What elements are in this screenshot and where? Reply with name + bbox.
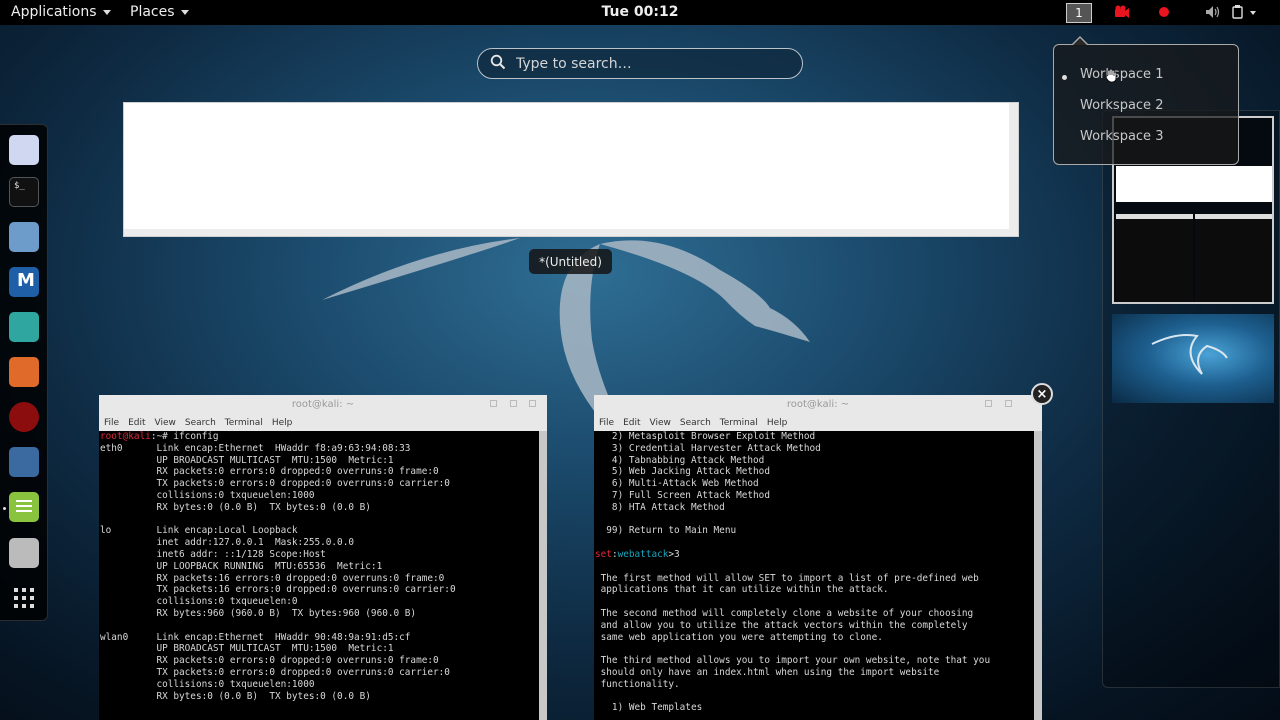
- video-camera-icon[interactable]: [1114, 5, 1130, 23]
- menu-terminal[interactable]: Terminal: [225, 415, 263, 431]
- menu-file[interactable]: File: [599, 415, 614, 431]
- top-bar: Applications Places Tue 00:12 1: [0, 0, 1280, 25]
- terminal-output[interactable]: 2) Metasploit Browser Exploit Method 3) …: [594, 431, 1034, 720]
- workspace-3-item[interactable]: Workspace 3: [1080, 129, 1163, 144]
- active-workspace-indicator: [1062, 75, 1067, 80]
- app-menu-caret-icon: [102, 9, 111, 15]
- scrollbar: [1009, 103, 1018, 236]
- places-caret-icon: [180, 9, 189, 15]
- terminal-scrollbar[interactable]: [1034, 431, 1042, 720]
- menu-search[interactable]: Search: [680, 415, 711, 431]
- maximize-button[interactable]: [1005, 400, 1012, 407]
- terminal-menubar: File Edit View Search Terminal Help: [594, 415, 1042, 431]
- prompt-module: webattack: [617, 548, 669, 560]
- window-caption: *(Untitled): [529, 249, 612, 274]
- untitled-window-thumbnail[interactable]: [123, 102, 1019, 237]
- volume-icon[interactable]: [1205, 5, 1221, 23]
- close-window-button[interactable]: [529, 400, 536, 407]
- minimize-button[interactable]: [985, 400, 992, 407]
- terminal-scrollbar[interactable]: [539, 431, 547, 720]
- menu-help[interactable]: Help: [272, 415, 293, 431]
- search-icon: [490, 54, 506, 74]
- screenshot-icon[interactable]: [9, 538, 39, 568]
- workspace-1-item[interactable]: Workspace 1: [1080, 67, 1163, 82]
- workspace-number: 1: [1075, 6, 1083, 20]
- scrollbar: [124, 229, 1018, 236]
- files-icon[interactable]: [9, 222, 39, 252]
- terminal-icon[interactable]: $_: [9, 177, 39, 207]
- places-label: Places: [130, 4, 175, 20]
- running-indicator: [3, 507, 6, 510]
- terminal-window-right[interactable]: root@kali: ~ File Edit View Search Termi…: [594, 395, 1042, 720]
- prompt-set: set: [595, 548, 612, 560]
- applications-label: Applications: [11, 4, 97, 20]
- terminal-title: root@kali: ~: [594, 395, 1042, 415]
- search-input[interactable]: [516, 55, 786, 72]
- prompt-user: root@kali: [100, 431, 151, 442]
- burpsuite-icon[interactable]: [9, 357, 39, 387]
- clock-label[interactable]: Tue 00:12: [602, 4, 679, 20]
- search-box[interactable]: [477, 48, 803, 79]
- maximize-button[interactable]: [510, 400, 517, 407]
- workspace-indicator[interactable]: 1: [1066, 3, 1092, 23]
- prompt-input: >3: [668, 548, 680, 560]
- ifconfig-output: eth0 Link encap:Ethernet HWaddr f8:a9:63…: [100, 442, 456, 702]
- metasploit-icon[interactable]: M: [9, 267, 39, 297]
- dash-dock: $_ M: [0, 124, 48, 621]
- armitage-icon[interactable]: [9, 312, 39, 342]
- menu-edit[interactable]: Edit: [128, 415, 145, 431]
- places-menu[interactable]: Places: [130, 4, 189, 20]
- record-icon[interactable]: [1158, 6, 1170, 22]
- menu-help[interactable]: Help: [767, 415, 788, 431]
- set-description: The first method will allow SET to impor…: [600, 572, 991, 714]
- terminal-title: root@kali: ~: [99, 395, 547, 415]
- menu-edit[interactable]: Edit: [623, 415, 640, 431]
- workspace-2-thumbnail[interactable]: [1112, 314, 1274, 403]
- menu-terminal[interactable]: Terminal: [720, 415, 758, 431]
- prompt-command: :~# ifconfig: [150, 431, 219, 442]
- terminal-output[interactable]: root@kali:~# ifconfig eth0 Link encap:Et…: [99, 431, 539, 720]
- close-icon[interactable]: ×: [1031, 383, 1053, 405]
- menu-search[interactable]: Search: [185, 415, 216, 431]
- menu-view[interactable]: View: [155, 415, 176, 431]
- faraday-icon[interactable]: [9, 402, 39, 432]
- pidgin-icon[interactable]: [9, 135, 39, 165]
- hand-cursor-icon: [1105, 68, 1117, 83]
- terminal-menubar: File Edit View Search Terminal Help: [99, 415, 547, 431]
- menu-view[interactable]: View: [650, 415, 671, 431]
- maltego-icon[interactable]: [9, 447, 39, 477]
- power-icon[interactable]: [1231, 5, 1257, 23]
- window-title: *(Untitled): [539, 254, 602, 269]
- applications-menu[interactable]: Applications: [11, 4, 111, 20]
- workspace-popup-menu: Workspace 1 Workspace 2 Workspace 3: [1053, 36, 1239, 165]
- show-apps-grid-icon[interactable]: [9, 583, 39, 613]
- text-editor-icon[interactable]: [9, 492, 39, 522]
- minimize-button[interactable]: [490, 400, 497, 407]
- terminal-window-left[interactable]: root@kali: ~ File Edit View Search Termi…: [99, 395, 547, 720]
- menu-file[interactable]: File: [104, 415, 119, 431]
- set-menu-options: 2) Metasploit Browser Exploit Method 3) …: [606, 431, 821, 537]
- workspace-2-item[interactable]: Workspace 2: [1080, 98, 1163, 113]
